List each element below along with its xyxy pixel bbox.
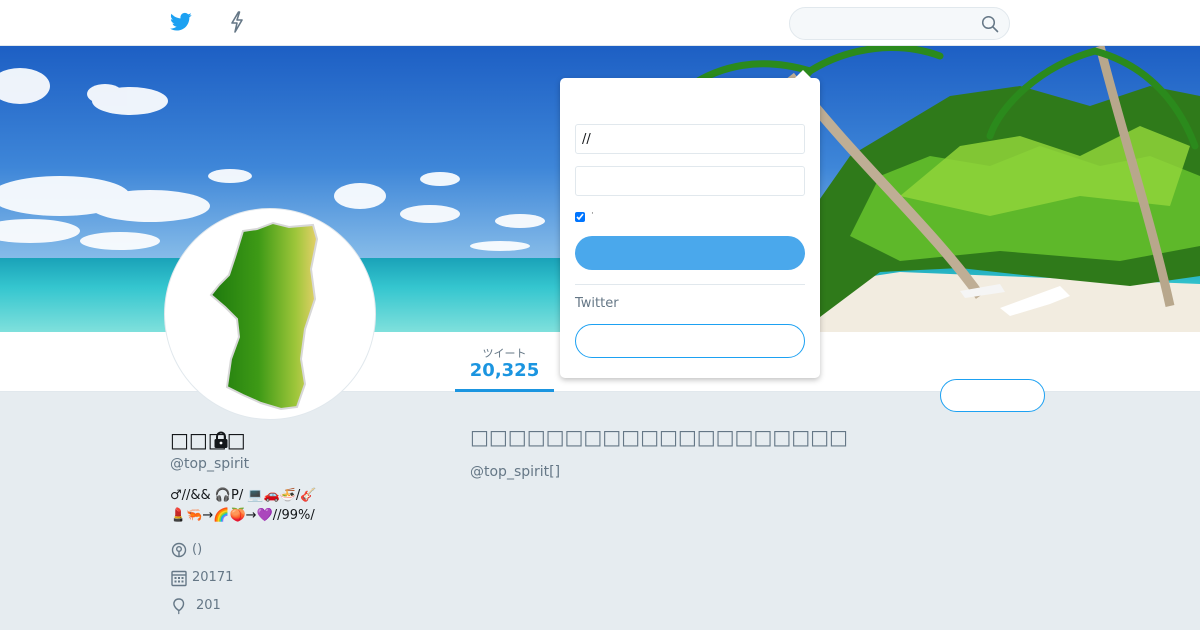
birthday-text: 201 xyxy=(196,598,221,613)
login-dropdown: · Twitter xyxy=(560,70,820,378)
profile-name: □□□□ xyxy=(170,428,246,452)
balloon-icon xyxy=(173,598,185,615)
signup-button[interactable] xyxy=(575,324,805,358)
signup-prompt: Twitter xyxy=(575,296,619,311)
divider xyxy=(575,284,805,285)
calendar-icon xyxy=(171,570,187,587)
twitter-bird-icon[interactable] xyxy=(170,12,192,32)
password-field[interactable] xyxy=(575,166,805,196)
remember-me-option[interactable]: · xyxy=(575,209,594,226)
tweets-stat-tab[interactable]: ツイート 20,325 xyxy=(455,332,554,392)
search-box xyxy=(789,7,1010,40)
location-text: () xyxy=(192,542,203,557)
dropdown-caret xyxy=(794,70,812,79)
avatar[interactable] xyxy=(165,209,375,419)
login-button[interactable] xyxy=(575,236,805,270)
bio-line: 💄🦐→🌈🍑→💜//99%/ xyxy=(170,508,315,523)
remember-me-checkbox[interactable] xyxy=(575,212,585,222)
location-pin-icon xyxy=(171,542,187,558)
lightning-icon[interactable] xyxy=(229,11,245,33)
bio-line: ♂//&& 🎧P/ 💻🚗🍜/🎸 xyxy=(170,488,317,503)
lock-icon xyxy=(214,431,228,448)
profile-handle[interactable]: @top_spirit xyxy=(170,456,249,472)
search-icon[interactable] xyxy=(981,15,999,33)
protected-tweets-title: □□□□□□□□□□□□□□□□□□□□ xyxy=(470,425,848,449)
tweets-stat-value: 20,325 xyxy=(469,360,540,381)
search-input[interactable] xyxy=(802,14,972,34)
top-navigation-bar xyxy=(0,0,1200,46)
protected-tweets-subtitle: @top_spirit[] xyxy=(470,464,561,480)
joined-date-text: 20171 xyxy=(192,570,234,585)
tweets-stat-label: ツイート xyxy=(482,347,527,360)
profile-bio: ♂//&& 🎧P/ 💻🚗🍜/🎸 💄🦐→🌈🍑→💜//99%/ xyxy=(170,486,420,526)
username-field[interactable] xyxy=(575,124,805,154)
follow-button[interactable] xyxy=(940,379,1045,412)
remember-me-label: · xyxy=(591,209,594,219)
